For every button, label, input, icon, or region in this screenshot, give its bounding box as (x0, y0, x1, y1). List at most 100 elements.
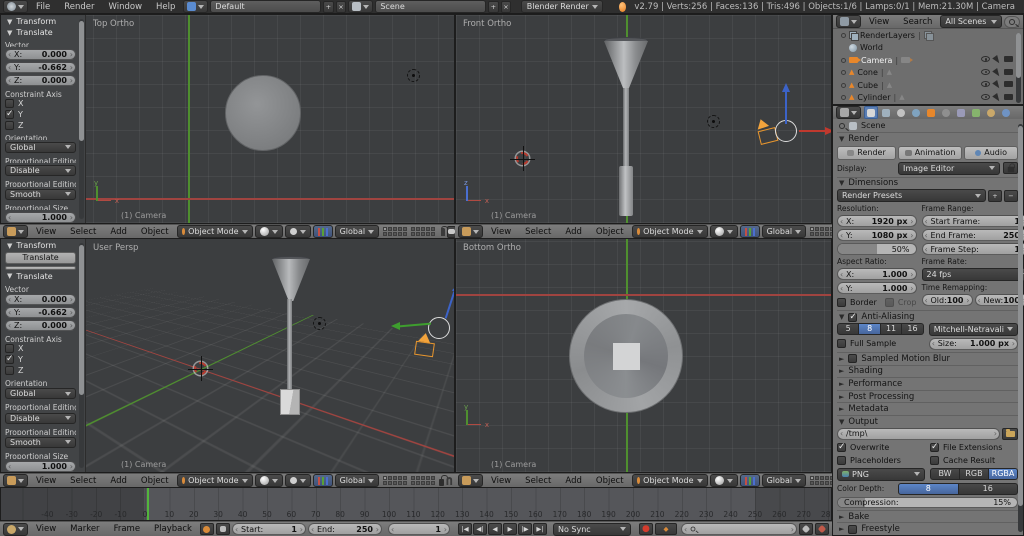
current-frame-field[interactable]: 1 (387, 523, 450, 535)
tab-data[interactable] (969, 106, 983, 119)
menu-add[interactable]: Add (104, 227, 132, 237)
keying-set-field[interactable] (680, 523, 797, 535)
outliner-item-cylinder[interactable]: ▲ Cylinder | ▲ (833, 92, 1023, 105)
3d-cursor[interactable] (188, 356, 213, 381)
layer-toggle[interactable] (388, 232, 393, 236)
proportional-editing-select[interactable]: Disable (5, 412, 76, 424)
animation-button[interactable]: Animation (898, 145, 963, 160)
layer-toggle[interactable] (820, 232, 825, 236)
constraint-y-checkbox[interactable]: Y (5, 109, 76, 119)
layer-toggle[interactable] (383, 232, 388, 236)
layer-toggle[interactable] (421, 481, 426, 485)
funnel-stem[interactable] (623, 88, 629, 168)
aa-samples-5[interactable]: 5 (837, 322, 860, 335)
menu-marker[interactable]: Marker (64, 524, 105, 534)
outliner-item-cube[interactable]: ▲ Cube | ▲ (833, 79, 1023, 92)
layer-toggle[interactable] (411, 232, 416, 236)
anti-aliasing-checkbox[interactable] (848, 312, 858, 322)
menu-file[interactable]: File (30, 2, 56, 12)
layer-toggle[interactable] (403, 481, 408, 485)
layer-toggle[interactable] (431, 476, 436, 480)
panel-sampled-motion-blur[interactable]: ► Sampled Motion Blur (837, 351, 1018, 365)
layer-toggle[interactable] (403, 232, 408, 236)
layer-toggle[interactable] (398, 476, 403, 480)
outliner-item-cone[interactable]: ▲ Cone | ▲ (833, 67, 1023, 80)
remap-new-field[interactable]: New:100 (974, 294, 1024, 307)
proportional-size-field[interactable]: 1.000 (5, 460, 76, 472)
jump-to-start-button[interactable]: |◀ (457, 523, 472, 535)
display-filter-select[interactable]: All Scenes (940, 15, 1002, 28)
color-mode-rgb[interactable]: RGB (960, 467, 989, 480)
cache-result-checkbox[interactable]: Cache Result (930, 455, 1018, 466)
shelf-panel-transform[interactable]: ▼ Transform (5, 17, 76, 26)
editor-type-button[interactable] (3, 474, 28, 487)
proportional-editing-select[interactable]: Disable (5, 165, 76, 177)
editor-type-button[interactable] (3, 0, 28, 13)
menu-view[interactable]: View (863, 17, 895, 27)
display-select[interactable]: Image Editor (898, 161, 1000, 175)
tab-physics[interactable] (999, 106, 1013, 119)
snap-magnet-icon[interactable] (445, 476, 452, 485)
proportional-size-field[interactable]: 1.000 (5, 211, 76, 223)
shelf-panel-transform[interactable]: ▼ Transform (5, 241, 76, 250)
transform-orientation-select[interactable]: Global (761, 474, 807, 487)
color-depth-8[interactable]: 8 (898, 482, 959, 495)
menu-render[interactable]: Render (58, 2, 100, 12)
search-input[interactable] (1004, 15, 1020, 28)
layer-toggle[interactable] (815, 232, 820, 236)
layer-toggle[interactable] (393, 476, 398, 480)
cone-object-top-view[interactable] (225, 75, 301, 151)
aspect-x-field[interactable]: X:1.000 (837, 268, 917, 281)
screen-layout-select[interactable]: Default (210, 0, 322, 13)
resolution-y-field[interactable]: Y:1080 px (837, 229, 917, 242)
layer-toggle[interactable] (810, 232, 815, 236)
viewport-shading-select[interactable] (254, 474, 283, 487)
scene-select[interactable]: Scene (375, 0, 487, 13)
x-axis-manipulator[interactable] (799, 130, 826, 132)
pivot-select[interactable] (284, 474, 311, 487)
tab-render[interactable] (864, 106, 878, 120)
layer-toggle[interactable] (416, 227, 421, 231)
layer-toggle[interactable] (421, 227, 426, 231)
layer-toggle[interactable] (815, 227, 820, 231)
layer-toggle[interactable] (426, 232, 431, 236)
layer-toggle[interactable] (403, 227, 408, 231)
menu-view[interactable]: View (30, 476, 62, 486)
auto-keying-select[interactable]: ◆ (654, 523, 677, 535)
menu-help[interactable]: Help (150, 2, 181, 12)
panel-performance[interactable]: ► Performance (837, 377, 1018, 390)
aa-filter-select[interactable]: Mitchell-Netravali (928, 322, 1018, 336)
layer-toggle[interactable] (820, 227, 825, 231)
menu-search[interactable]: Search (897, 17, 938, 27)
frame-step-field[interactable]: Frame Step:1 (921, 243, 1024, 256)
close-layout-button[interactable]: × (335, 0, 347, 13)
constraint-x-checkbox[interactable]: X (5, 344, 76, 354)
falloff-select[interactable]: Smooth (5, 188, 76, 200)
lamp-object[interactable] (313, 317, 326, 330)
layer-toggle[interactable] (388, 481, 393, 485)
layer-toggle[interactable] (388, 476, 393, 480)
falloff-select[interactable]: Smooth (5, 436, 76, 448)
editor-type-button[interactable] (836, 15, 861, 28)
shelf-scrollbar[interactable] (79, 243, 84, 468)
screen-layout-icon-button[interactable] (183, 0, 209, 13)
layer-toggle[interactable] (383, 476, 388, 480)
visibility-toggle-icon[interactable] (981, 81, 990, 88)
render-engine-select[interactable]: Blender Render (521, 0, 604, 13)
vector-y-field[interactable]: Y:-0.662 (5, 307, 76, 319)
layer-toggle[interactable] (810, 476, 815, 480)
menu-view[interactable]: View (485, 476, 517, 486)
disclosure-dot-icon[interactable] (841, 95, 846, 101)
sync-mode-select[interactable]: No Sync (552, 522, 631, 536)
lamp-object[interactable] (407, 69, 420, 82)
layer-toggle[interactable] (426, 476, 431, 480)
layer-toggle[interactable] (383, 481, 388, 485)
layer-toggle[interactable] (815, 476, 820, 480)
layer-toggle[interactable] (810, 227, 815, 231)
menu-add[interactable]: Add (559, 227, 587, 237)
disclosure-dot-icon[interactable] (841, 57, 846, 63)
manipulator-widget[interactable] (739, 225, 760, 238)
jump-to-end-button[interactable]: ▶| (532, 523, 547, 535)
end-frame-field[interactable]: End:250 (307, 523, 382, 535)
visibility-toggle-icon[interactable] (981, 93, 990, 100)
